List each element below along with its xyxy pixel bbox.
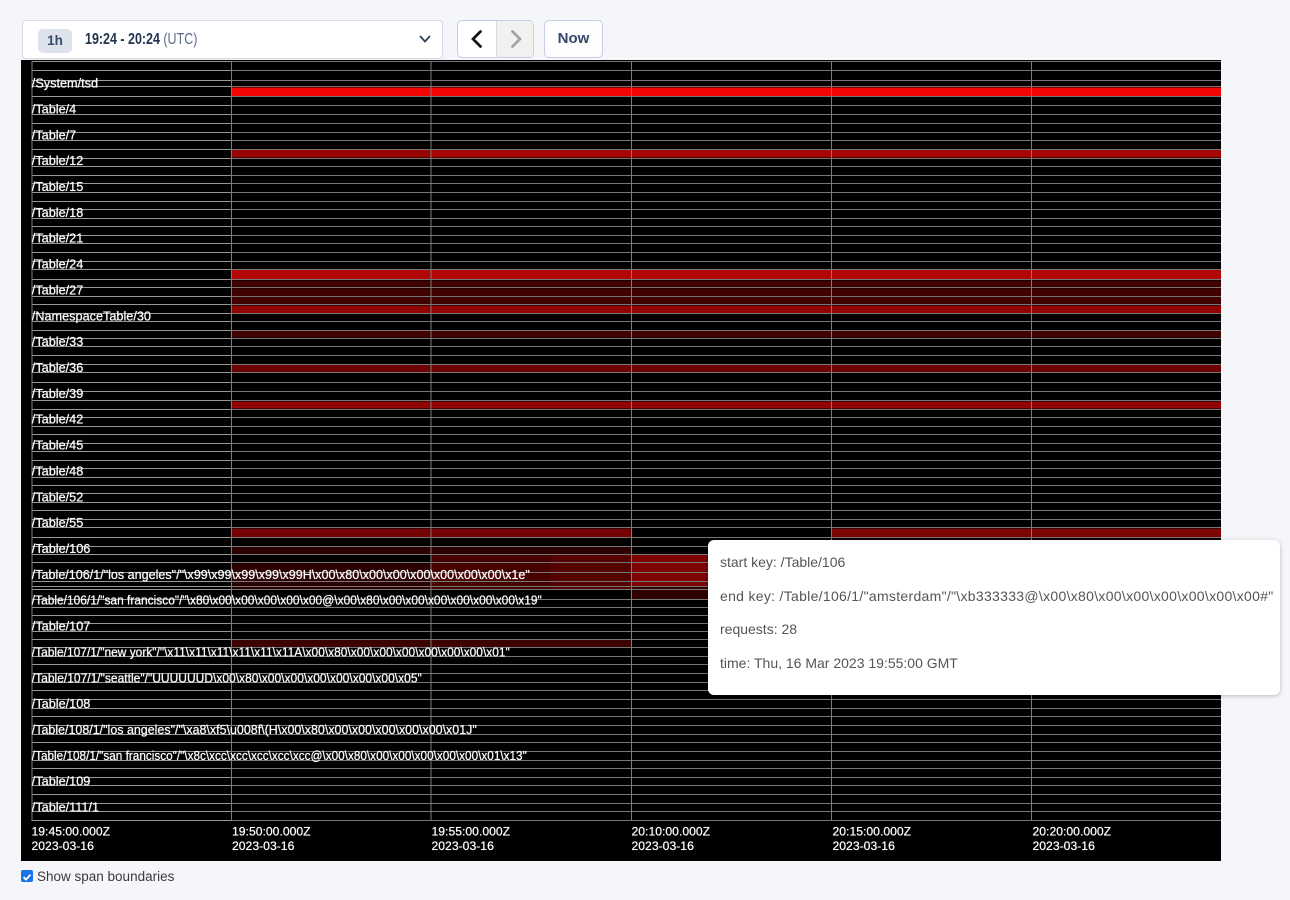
svg-text:/Table/108/1/"san francisco"/": /Table/108/1/"san francisco"/"\x8c\xcc\x… [32,749,527,763]
svg-text:/Table/108/1/"los angeles"/"\x: /Table/108/1/"los angeles"/"\xa8\xf5\u00… [32,723,477,737]
svg-text:2023-03-16: 2023-03-16 [1033,839,1096,853]
svg-text:/NamespaceTable/30: /NamespaceTable/30 [32,309,151,323]
svg-text:19:45:00.000Z: 19:45:00.000Z [32,824,111,838]
svg-text:/Table/55: /Table/55 [32,516,84,530]
svg-text:/Table/107/1/"seattle"/"UUUUUU: /Table/107/1/"seattle"/"UUUUUUD\x00\x80\… [32,671,422,685]
svg-text:/Table/48: /Table/48 [32,465,84,479]
svg-text:/Table/15: /Table/15 [32,180,84,194]
svg-text:/Table/27: /Table/27 [32,284,84,298]
svg-text:/Table/45: /Table/45 [32,439,84,453]
svg-text:/System/tsd: /System/tsd [32,77,98,91]
svg-text:2023-03-16: 2023-03-16 [32,839,95,853]
svg-text:/Table/36: /Table/36 [32,361,84,375]
svg-text:/Table/111/1: /Table/111/1 [32,801,99,815]
svg-text:/Table/12: /Table/12 [32,154,84,168]
svg-text:/Table/18: /Table/18 [32,206,84,220]
svg-text:2023-03-16: 2023-03-16 [632,839,695,853]
svg-text:19:50:00.000Z: 19:50:00.000Z [232,824,311,838]
svg-text:/Table/52: /Table/52 [32,490,84,504]
svg-text:/Table/108: /Table/108 [32,697,91,711]
svg-text:19:55:00.000Z: 19:55:00.000Z [432,824,511,838]
svg-text:20:20:00.000Z: 20:20:00.000Z [1033,824,1112,838]
svg-text:/Table/7: /Table/7 [32,128,76,142]
svg-text:/Table/21: /Table/21 [32,232,84,246]
svg-text:/Table/106/1/"los angeles"/"\x: /Table/106/1/"los angeles"/"\x99\x99\x99… [32,568,530,582]
svg-text:/Table/4: /Table/4 [32,103,76,117]
svg-text:/Table/106/1/"san francisco"/": /Table/106/1/"san francisco"/"\x80\x00\x… [32,594,542,608]
svg-text:/Table/24: /Table/24 [32,258,84,272]
svg-text:2023-03-16: 2023-03-16 [232,839,295,853]
svg-text:/Table/42: /Table/42 [32,413,84,427]
svg-text:/Table/109: /Table/109 [32,775,91,789]
svg-text:/Table/106: /Table/106 [32,542,91,556]
svg-text:2023-03-16: 2023-03-16 [432,839,495,853]
svg-text:/Table/33: /Table/33 [32,335,84,349]
svg-text:20:15:00.000Z: 20:15:00.000Z [833,824,912,838]
svg-text:/Table/39: /Table/39 [32,387,84,401]
svg-text:/Table/107: /Table/107 [32,620,91,634]
svg-text:20:10:00.000Z: 20:10:00.000Z [632,824,711,838]
svg-text:2023-03-16: 2023-03-16 [833,839,896,853]
svg-text:/Table/107/1/"new york"/"\x11\: /Table/107/1/"new york"/"\x11\x11\x11\x1… [32,646,510,660]
